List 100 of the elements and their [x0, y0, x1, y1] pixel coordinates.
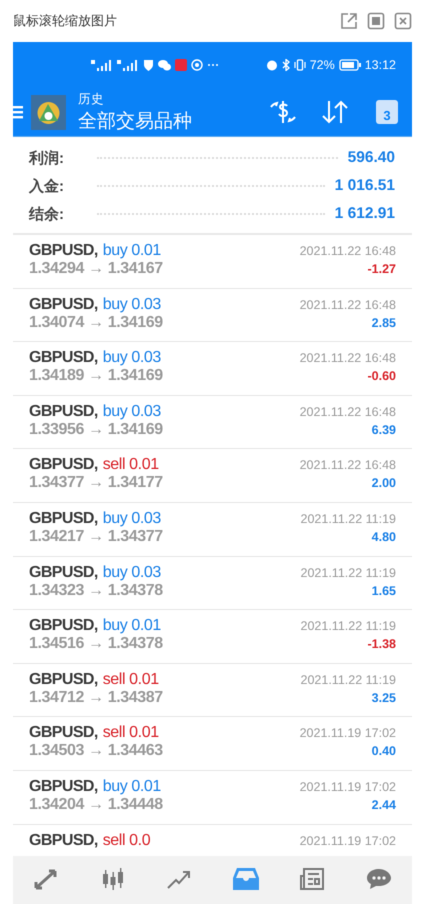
- order-side: sell 0.01: [102, 670, 159, 689]
- trade-row[interactable]: GBPUSD, buy 0.03 2021.11.22 11:19 1.34217 → 1.34377 4.80: [13, 502, 412, 557]
- summary-value: 1 016.51: [334, 177, 395, 195]
- nav-tab[interactable]: [33, 868, 60, 890]
- profit-value: 3.25: [372, 690, 396, 705]
- price-range: 1.34294 → 1.34167: [29, 260, 163, 278]
- trade-time: 2021.11.22 16:48: [300, 458, 396, 472]
- price-range: 1.33956 → 1.34169: [29, 420, 163, 439]
- trade-row[interactable]: GBPUSD, sell 0.01 2021.11.19 17:02 1.34503 → 1.34463 0.40: [13, 717, 412, 771]
- profit-value: 0.40: [372, 744, 396, 758]
- close-icon[interactable]: [394, 12, 412, 30]
- app-icon: [191, 59, 203, 71]
- signal-icon: [117, 59, 139, 71]
- window-title: 鼠标滚轮缩放图片: [13, 12, 117, 30]
- order-side: sell 0.01: [102, 724, 159, 742]
- trade-row[interactable]: GBPUSD, sell 0.01 2021.11.22 16:48 1.34377 → 1.34177 2.00: [13, 449, 412, 503]
- summary-label: 入金:: [29, 176, 65, 196]
- trade-row[interactable]: GBPUSD, buy 0.01 2021.11.22 16:48 1.34294 → 1.34167 -1.27: [13, 235, 412, 289]
- trade-row[interactable]: GBPUSD, buy 0.03 2021.11.22 16:48 1.34074 → 1.34169 2.85: [13, 288, 412, 342]
- summary-value: 596.40: [348, 149, 395, 167]
- sort-icon[interactable]: [320, 99, 350, 125]
- currency-exchange-icon[interactable]: [268, 99, 298, 125]
- order-side: buy 0.01: [102, 617, 161, 636]
- price-range: 1.34217 → 1.34377: [29, 528, 163, 546]
- nav-tab[interactable]: [299, 868, 326, 890]
- symbol-text: GBPUSD,: [29, 617, 98, 636]
- symbol-text: GBPUSD,: [29, 564, 98, 582]
- fit-screen-icon[interactable]: [367, 12, 385, 30]
- chat-icon: [366, 868, 392, 890]
- profit-value: -0.60: [368, 369, 396, 384]
- open-external-icon[interactable]: [340, 12, 358, 30]
- order-side: buy 0.03: [102, 564, 161, 582]
- price-range: 1.34712 → 1.34387: [29, 688, 163, 707]
- trade-row[interactable]: GBPUSD, buy 0.03 2021.11.22 16:48 1.33956 → 1.34169 6.39: [13, 396, 412, 450]
- order-side: buy 0.01: [102, 778, 161, 796]
- summary-label: 结余:: [29, 204, 65, 224]
- profit-value: -1.27: [368, 262, 396, 276]
- trade-time: 2021.11.22 16:48: [300, 404, 396, 419]
- order-side: buy 0.03: [102, 296, 161, 314]
- trade-row[interactable]: GBPUSD, buy 0.03 2021.11.22 16:48 1.34189 → 1.34169 -0.60: [13, 342, 412, 396]
- price-range: 1.34323 → 1.34378: [29, 582, 163, 600]
- trade-row[interactable]: GBPUSD, buy 0.03 2021.11.22 11:19 1.34323 → 1.34378 1.65: [13, 556, 412, 610]
- trade-time: 2021.11.19 17:02: [300, 726, 396, 740]
- nav-tab[interactable]: [232, 868, 259, 890]
- clock-time: 13:12: [364, 58, 396, 72]
- profit-value: 2.44: [372, 798, 396, 812]
- price-range: 1.34377 → 1.34177: [29, 474, 163, 492]
- profit-value: 2.00: [372, 476, 396, 490]
- arrows-icon: [33, 868, 60, 890]
- symbol-text: GBPUSD,: [29, 670, 98, 689]
- price-range: 1.34516 → 1.34378: [29, 635, 163, 654]
- order-side: buy 0.01: [102, 242, 161, 260]
- profit-value: -1.38: [368, 637, 396, 652]
- signal-icon: [91, 59, 113, 71]
- order-side: sell 0.0: [102, 832, 150, 850]
- trend-icon: [166, 868, 192, 890]
- order-side: buy 0.03: [102, 402, 161, 421]
- toolbar-subtitle: 历史: [78, 90, 105, 108]
- summary-label: 利润:: [29, 148, 65, 168]
- order-side: sell 0.01: [102, 456, 159, 474]
- price-range: 1.34503 → 1.34463: [29, 742, 163, 760]
- symbol-text: GBPUSD,: [29, 456, 98, 474]
- symbol-text: GBPUSD,: [29, 296, 98, 314]
- trade-row[interactable]: GBPUSD, buy 0.01 2021.11.22 11:19 1.34516 → 1.34378 -1.38: [13, 610, 412, 664]
- symbol-text: GBPUSD,: [29, 778, 98, 796]
- price-range: 1.34074 → 1.34169: [29, 314, 163, 332]
- symbol-text: GBPUSD,: [29, 832, 98, 850]
- nav-tab[interactable]: [366, 868, 392, 890]
- app-logo-icon: [31, 94, 66, 130]
- order-side: buy 0.03: [102, 349, 161, 368]
- profit-value: 6.39: [372, 422, 396, 437]
- trade-time: 2021.11.22 11:19: [300, 672, 396, 687]
- profit-value: 1.65: [372, 584, 396, 598]
- menu-icon[interactable]: [13, 105, 23, 119]
- newspaper-icon: [299, 868, 326, 890]
- price-range: 1.34189 → 1.34169: [29, 367, 163, 386]
- symbol-text: GBPUSD,: [29, 349, 98, 368]
- order-side: buy 0.03: [102, 510, 161, 528]
- price-range: 1.34204 → 1.34448: [29, 796, 163, 814]
- app-icon: [175, 59, 187, 71]
- symbol-text: GBPUSD,: [29, 402, 98, 421]
- more-icon: [207, 63, 219, 67]
- chat-bubbles-icon: [158, 59, 171, 71]
- symbol-text: GBPUSD,: [29, 242, 98, 260]
- trade-row[interactable]: GBPUSD, sell 0.01 2021.11.22 11:19 1.34712 → 1.34387 3.25: [13, 664, 412, 718]
- summary-value: 1 612.91: [334, 205, 395, 223]
- trade-time: 2021.11.22 11:19: [300, 566, 396, 580]
- vibrate-icon: [294, 59, 306, 71]
- trade-time: 2021.11.19 17:02: [300, 780, 396, 794]
- symbol-text: GBPUSD,: [29, 724, 98, 742]
- symbol-text: GBPUSD,: [29, 510, 98, 528]
- trade-row[interactable]: GBPUSD, buy 0.01 2021.11.19 17:02 1.34204 → 1.34448 2.44: [13, 770, 412, 825]
- battery-icon: [338, 59, 361, 71]
- alarm-icon: [266, 59, 278, 71]
- battery-percent: 72%: [310, 58, 335, 72]
- bluetooth-icon: [282, 59, 290, 71]
- trade-time: 2021.11.22 16:48: [300, 351, 396, 366]
- toolbar-title[interactable]: 全部交易品种: [78, 108, 260, 134]
- nav-tab[interactable]: [166, 868, 192, 890]
- trade-time: 2021.11.22 11:19: [300, 512, 396, 526]
